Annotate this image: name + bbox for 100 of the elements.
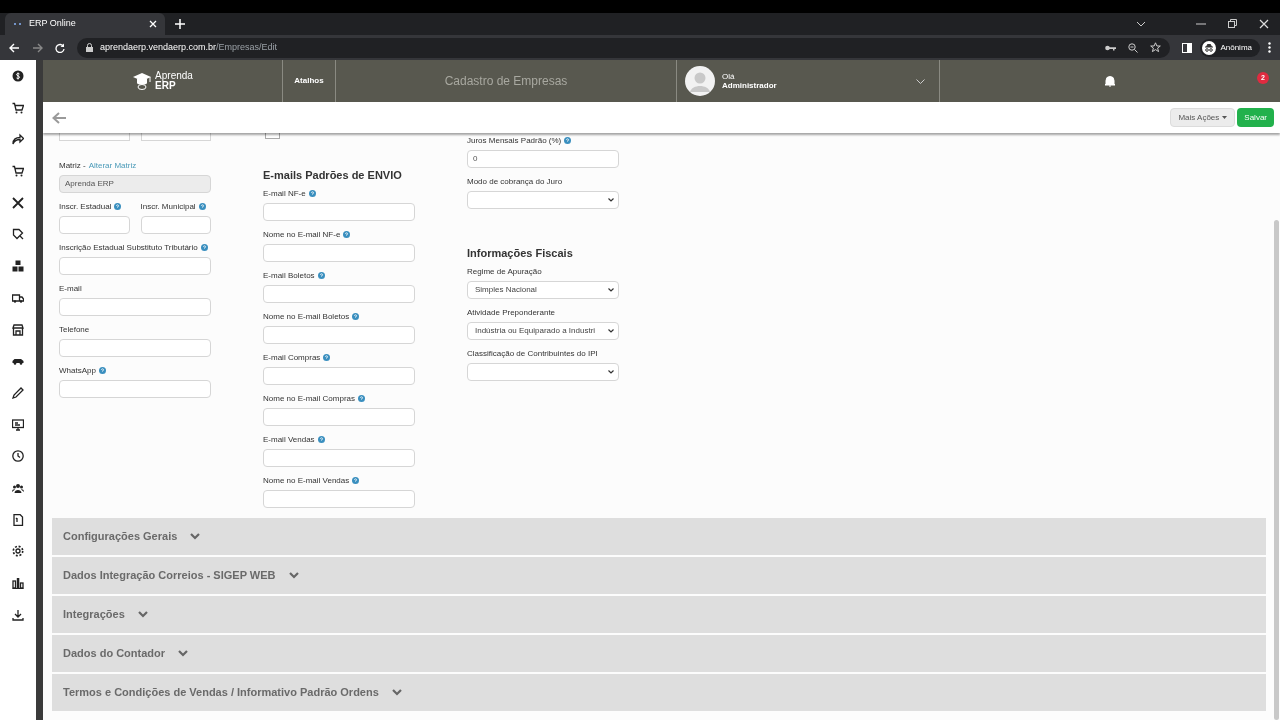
field-label: Inscr. Estadual [59, 201, 130, 212]
user-name: Administrador [722, 81, 778, 90]
accordion-header[interactable]: Dados Integração Correios - SIGEP WEB [52, 556, 1266, 594]
accordion-header[interactable]: Termos e Condições de Vendas / Informativo Padrão Ordens [52, 673, 1266, 711]
more-actions-button[interactable]: Mais Ações [1170, 108, 1236, 127]
chevron-down-icon [288, 571, 299, 579]
truck-icon[interactable] [12, 291, 24, 304]
side-panel-icon[interactable] [1182, 42, 1193, 53]
clock-icon[interactable] [12, 450, 24, 463]
help-icon [317, 435, 325, 443]
zoom-icon[interactable] [1128, 42, 1139, 53]
cart-icon[interactable] [12, 101, 24, 114]
select-field[interactable]: Indústria ou Equiparado a Industri [467, 321, 619, 340]
star-icon[interactable] [1150, 42, 1162, 53]
field-label: Nome no E-mail Boletos [263, 310, 415, 322]
input-field[interactable] [263, 366, 415, 385]
monitor-icon[interactable] [12, 418, 24, 431]
forward-icon[interactable] [32, 42, 43, 53]
input-field[interactable]: 0 [467, 150, 619, 168]
field-label: E-mail [59, 283, 83, 294]
profile-button[interactable]: Anônima [1200, 38, 1260, 57]
lock-icon [86, 43, 93, 52]
restore-icon[interactable] [1228, 19, 1237, 28]
input-field[interactable] [59, 380, 211, 398]
accordion-header[interactable]: Dados do Contador [52, 634, 1266, 672]
field-label: E-mail NF-e [263, 187, 415, 199]
help-icon [198, 203, 206, 211]
close-icon[interactable] [1259, 19, 1269, 29]
help-icon [114, 203, 122, 211]
chevron-down-icon [190, 532, 201, 540]
edit-tag-icon[interactable] [12, 228, 24, 241]
accordion-header[interactable]: Integrações [52, 595, 1266, 633]
input-field[interactable] [263, 202, 415, 221]
greeting-text: Olá [722, 72, 736, 81]
section-heading: Informações Fiscais [467, 246, 574, 261]
input-field[interactable] [59, 216, 130, 234]
help-icon [358, 394, 366, 402]
boxes-icon[interactable] [12, 260, 24, 273]
graduation-cap-icon [132, 72, 153, 90]
field-label: E-mail Compras [263, 351, 415, 363]
select-field[interactable] [467, 362, 619, 381]
input-field[interactable] [59, 257, 211, 275]
back-arrow-icon[interactable] [52, 111, 67, 124]
tools-icon[interactable] [12, 196, 24, 209]
cart-icon[interactable] [12, 165, 24, 178]
accordion-header[interactable]: Configurações Gerais [52, 517, 1266, 555]
input-field[interactable] [59, 339, 211, 357]
field-label: Classificação de Contribuintes do IPI [467, 347, 599, 359]
help-icon [343, 230, 351, 238]
url-text: aprendaerp.vendaerp.com.br/Empresas/Edit [100, 40, 278, 54]
chevron-down-icon [608, 328, 614, 333]
avatar-icon [685, 66, 715, 96]
help-icon [308, 189, 316, 197]
chevron-down-icon [608, 287, 614, 292]
input-field[interactable] [59, 133, 130, 141]
field-label: E-mail Boletos [263, 269, 415, 281]
help-icon [200, 244, 208, 252]
document-icon[interactable] [12, 513, 24, 526]
store-icon[interactable] [12, 323, 24, 336]
input-field[interactable] [263, 284, 415, 303]
help-icon [317, 271, 325, 279]
input-field[interactable] [263, 489, 415, 508]
field-label: Regime de Apuração [467, 265, 543, 277]
tab-title: ERP Online [29, 17, 77, 31]
new-tab-icon[interactable] [175, 19, 185, 29]
chevron-down-icon[interactable] [1136, 21, 1146, 27]
incognito-icon [1202, 40, 1217, 55]
browser-tab[interactable]: ERP Online [5, 13, 165, 35]
scrollbar-thumb[interactable] [1274, 220, 1279, 720]
input-field[interactable] [140, 216, 211, 234]
input-field[interactable] [263, 448, 415, 467]
input-field[interactable] [263, 243, 415, 262]
page-title: Cadastro de Empresas [444, 73, 568, 90]
select-field[interactable] [467, 191, 619, 209]
select-field[interactable]: Simples Nacional [467, 280, 619, 299]
field-label: WhatsApp [59, 365, 211, 376]
users-icon[interactable] [12, 481, 24, 494]
more-icon[interactable] [1268, 42, 1271, 53]
back-icon[interactable] [9, 42, 20, 53]
address-bar[interactable]: aprendaerp.vendaerp.com.br/Empresas/Edit [77, 37, 1171, 58]
dollar-icon[interactable] [12, 70, 24, 82]
share-arrow-icon[interactable] [12, 133, 24, 146]
checkbox[interactable] [265, 133, 280, 139]
chevron-down-icon [391, 688, 402, 696]
key-icon[interactable] [1105, 44, 1117, 51]
pencil-icon[interactable] [12, 386, 24, 399]
bell-icon[interactable] [1104, 75, 1116, 87]
settings-icon[interactable] [12, 545, 24, 558]
field-label: Nome no E-mail Compras [263, 392, 415, 404]
field-label: Nome no E-mail NF-e [263, 228, 415, 240]
input-field[interactable] [59, 298, 211, 316]
reload-icon[interactable] [55, 42, 65, 53]
field-label: Matriz - [59, 160, 86, 171]
input-field[interactable] [263, 325, 415, 344]
input-field[interactable] [140, 133, 211, 141]
help-icon [98, 367, 106, 375]
download-icon[interactable] [12, 608, 24, 621]
bar-chart-icon[interactable] [12, 577, 24, 589]
input-field[interactable] [263, 407, 415, 426]
input-field[interactable]: Aprenda ERP [59, 175, 211, 193]
